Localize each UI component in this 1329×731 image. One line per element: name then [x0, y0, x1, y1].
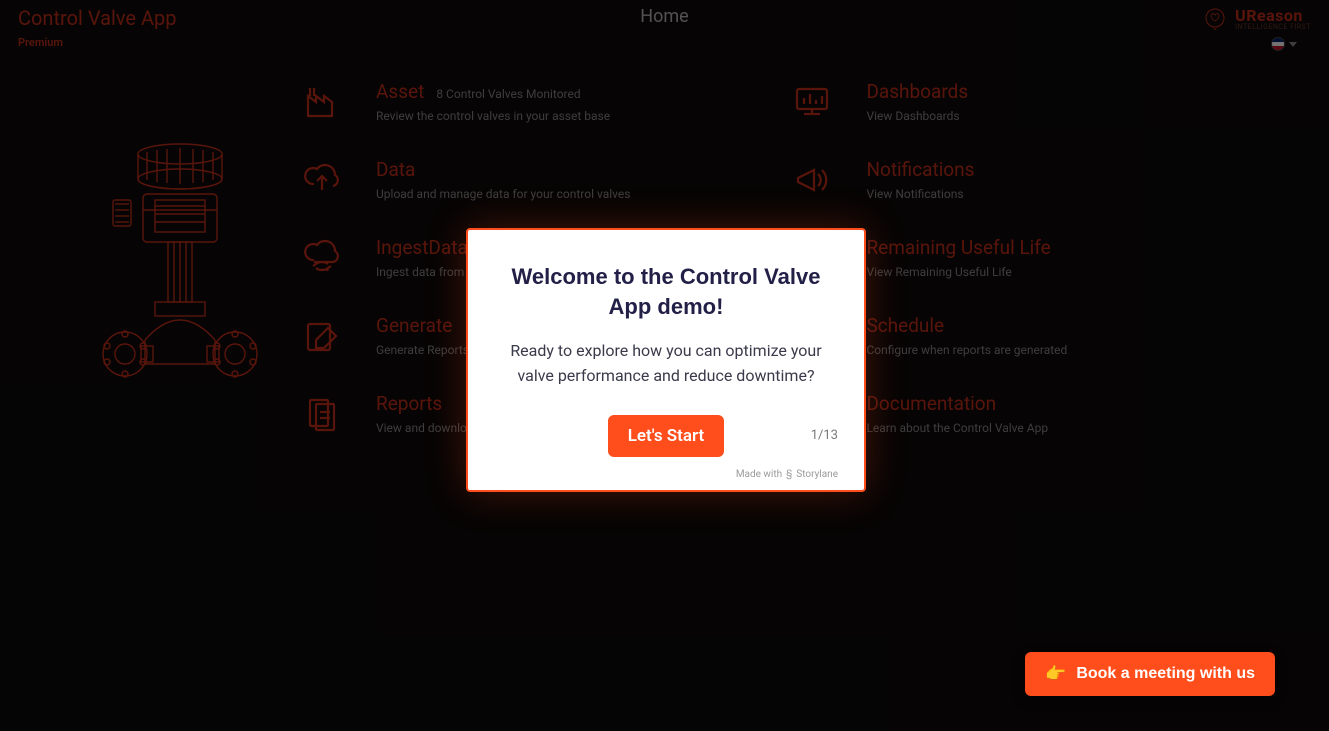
megaphone-icon: [790, 158, 834, 202]
madewith-prefix: Made with: [736, 469, 782, 480]
menu-data-title: Data: [376, 158, 415, 181]
menu-generate-desc: Generate Reports: [376, 343, 469, 357]
menu-notifications[interactable]: Notifications View Notifications: [790, 158, 1067, 202]
menu-schedule-desc: Configure when reports are generated: [866, 343, 1067, 357]
menu-dashboards[interactable]: Dashboards View Dashboards: [790, 80, 1067, 124]
menu-docs-desc: Learn about the Control Valve App: [866, 421, 1048, 435]
menu-schedule-title: Schedule: [866, 314, 944, 337]
book-meeting-button[interactable]: 👉 Book a meeting with us: [1025, 652, 1275, 696]
menu-generate-title: Generate: [376, 314, 452, 337]
pointing-hand-icon: 👉: [1045, 664, 1066, 684]
factory-icon: [300, 80, 344, 124]
ureason-logo: UReason INTELLIGENCE FIRST: [1201, 6, 1311, 31]
menu-data[interactable]: Data Upload and manage data for your con…: [300, 158, 630, 202]
modal-title: Welcome to the Control Valve App demo!: [494, 262, 838, 321]
menu-notifications-desc: View Notifications: [866, 187, 974, 201]
welcome-modal: Welcome to the Control Valve App demo! R…: [466, 228, 866, 492]
menu-asset-title: Asset: [376, 80, 424, 103]
storylane-icon: §: [786, 469, 792, 480]
menu-ingest-title: IngestData: [376, 236, 468, 259]
step-counter: 1/13: [778, 428, 838, 443]
menu-asset-extra: 8 Control Valves Monitored: [436, 87, 580, 101]
page-title: Home: [640, 6, 688, 27]
menu-asset[interactable]: Asset 8 Control Valves Monitored Review …: [300, 80, 630, 124]
brain-bulb-icon: [1201, 7, 1229, 31]
lets-start-button[interactable]: Let's Start: [608, 415, 725, 457]
cloud-sync-icon: [300, 236, 344, 280]
menu-dashboards-title: Dashboards: [866, 80, 968, 103]
dashboard-icon: [790, 80, 834, 124]
menu-rul-title: Remaining Useful Life: [866, 236, 1050, 259]
chevron-down-icon: [1289, 42, 1297, 47]
menu-docs-title: Documentation: [866, 392, 996, 415]
logo-subtext: INTELLIGENCE FIRST: [1235, 23, 1311, 31]
made-with-label[interactable]: Made with § Storylane: [736, 469, 838, 480]
app-title: Control Valve App: [18, 6, 177, 30]
tier-label: Premium: [18, 36, 177, 49]
book-meeting-label: Book a meeting with us: [1076, 665, 1255, 683]
reports-icon: [300, 392, 344, 436]
compose-icon: [300, 314, 344, 358]
menu-reports-title: Reports: [376, 392, 442, 415]
valve-illustration: [60, 80, 300, 440]
menu-asset-desc: Review the control valves in your asset …: [376, 109, 610, 123]
madewith-brand: Storylane: [796, 469, 838, 480]
cloud-up-icon: [300, 158, 344, 202]
modal-body: Ready to explore how you can optimize yo…: [494, 339, 838, 389]
language-dropdown[interactable]: [1271, 37, 1297, 51]
control-valve-icon: [85, 140, 275, 440]
menu-dashboards-desc: View Dashboards: [866, 109, 968, 123]
menu-notifications-title: Notifications: [866, 158, 974, 181]
menu-data-desc: Upload and manage data for your control …: [376, 187, 630, 201]
menu-rul-desc: View Remaining Useful Life: [866, 265, 1050, 279]
uk-flag-icon: [1271, 37, 1285, 51]
